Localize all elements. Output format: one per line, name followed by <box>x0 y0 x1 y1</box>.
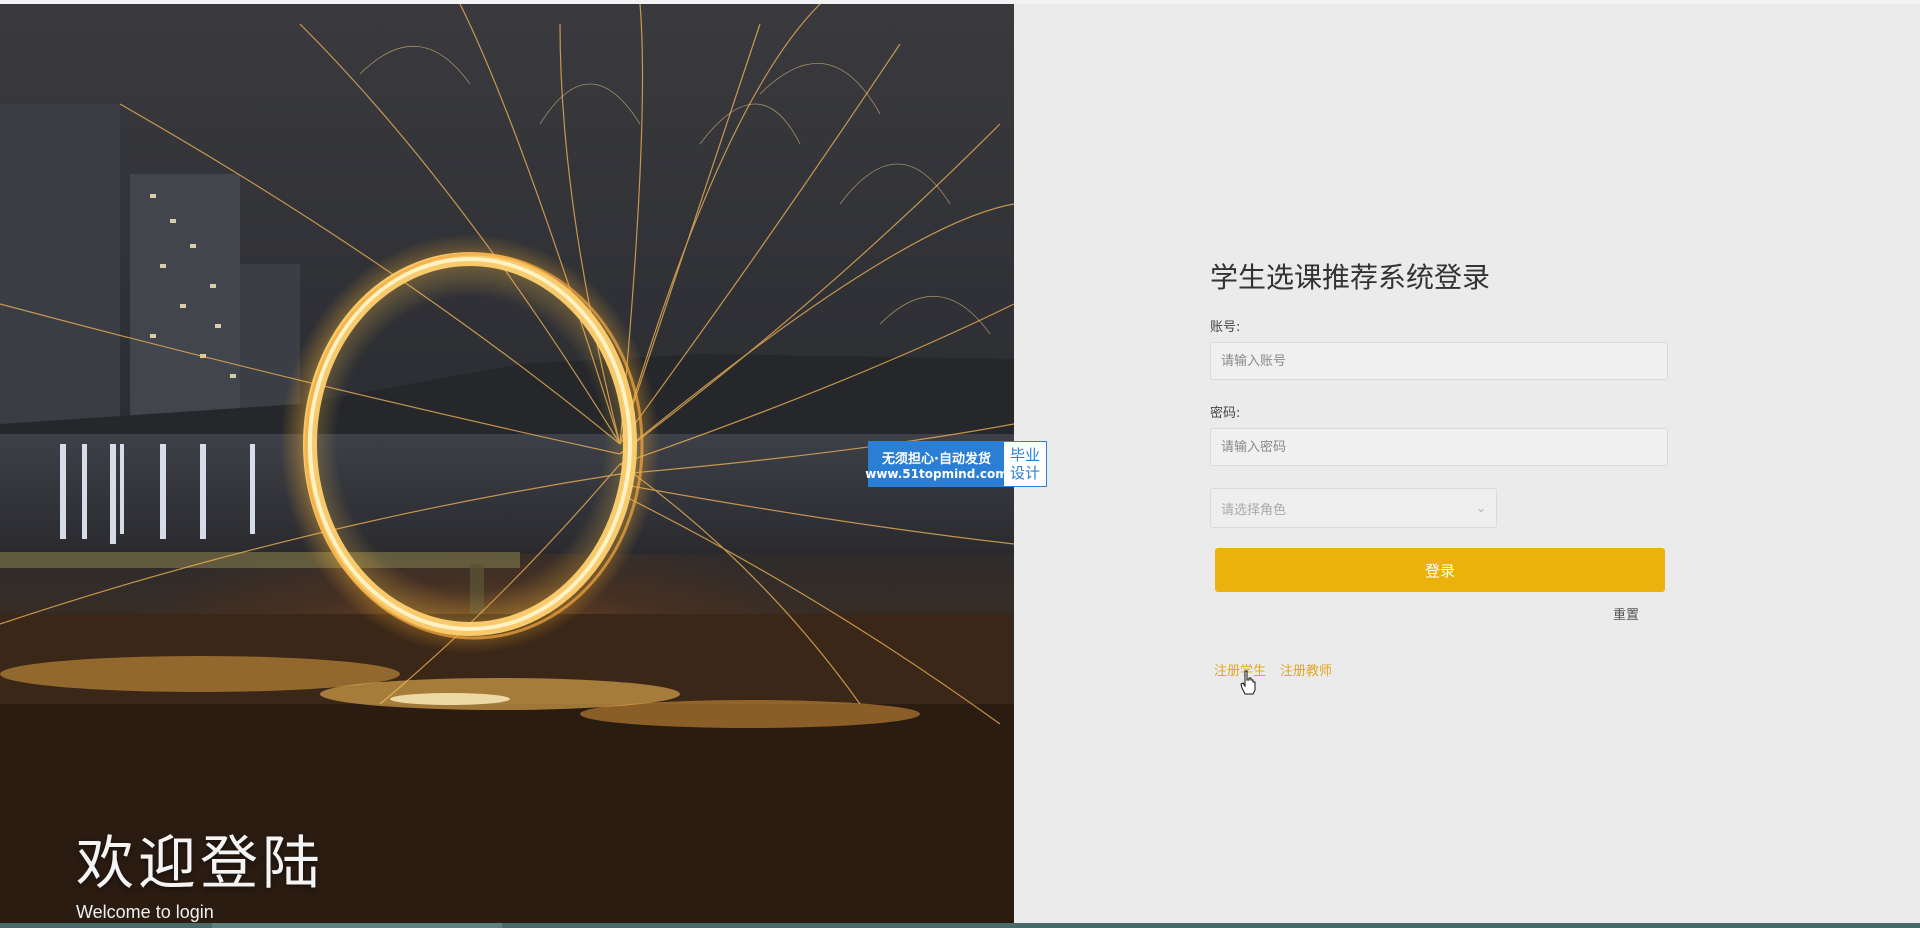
watermark-url: www.51topmind.com <box>865 466 1008 481</box>
hero-image-panel: 欢迎登陆 Welcome to login <box>0 4 1014 924</box>
role-select-placeholder: 请选择角色 <box>1221 502 1287 518</box>
password-input[interactable] <box>1210 428 1668 466</box>
welcome-title: 欢迎登陆 <box>76 829 325 897</box>
watermark-right: 毕业 设计 <box>1004 442 1046 486</box>
hand-pointer-icon <box>1240 670 1256 695</box>
password-label: 密码: <box>1210 406 1241 421</box>
hero-image <box>0 4 1014 924</box>
scrollbar-thumb[interactable] <box>212 923 502 928</box>
login-title: 学生选课推荐系统登录 <box>1210 261 1491 294</box>
chevron-down-icon: ⌄ <box>1475 501 1486 515</box>
watermark-line1: 无须担心·自动发货 <box>882 451 991 467</box>
login-button[interactable]: 登录 <box>1215 548 1665 592</box>
welcome-subtitle: Welcome to login <box>76 902 214 922</box>
role-select[interactable]: 请选择角色 ⌄ <box>1210 488 1497 528</box>
bottom-scrollbar[interactable] <box>0 923 1920 928</box>
account-label: 账号: <box>1210 320 1241 335</box>
account-input[interactable] <box>1210 342 1668 380</box>
reset-button[interactable]: 重置 <box>1613 604 1639 623</box>
register-teacher-link[interactable]: 注册教师 <box>1280 660 1332 679</box>
watermark-right-line1: 毕业 <box>1009 446 1040 464</box>
watermark-badge: 无须担心·自动发货 www.51topmind.com 毕业 设计 <box>865 441 1047 487</box>
watermark-right-line2: 设计 <box>1009 464 1040 482</box>
watermark-left: 无须担心·自动发货 www.51topmind.com <box>865 442 1008 486</box>
